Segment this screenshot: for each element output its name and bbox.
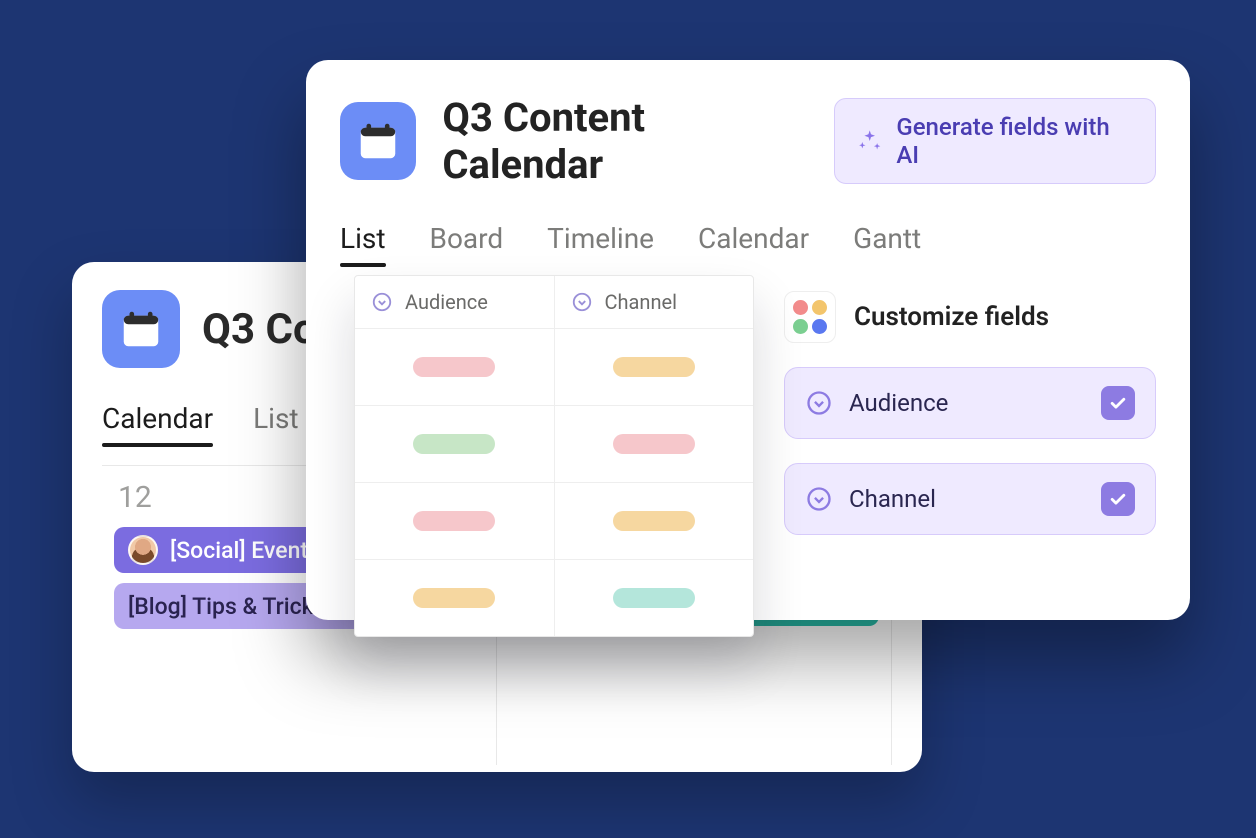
field-card-audience[interactable]: Audience xyxy=(784,367,1156,439)
tag-pill xyxy=(613,511,695,531)
calendar-app-icon xyxy=(102,290,180,368)
tab-gantt[interactable]: Gantt xyxy=(853,222,921,255)
list-card: Q3 Content Calendar Generate fields with… xyxy=(306,60,1190,620)
dropdown-icon xyxy=(805,485,833,513)
cell[interactable] xyxy=(554,329,754,405)
check-icon xyxy=(1108,393,1128,413)
column-header-channel[interactable]: Channel xyxy=(554,276,754,328)
customize-fields-panel: Customize fields Audience Channel xyxy=(784,291,1156,535)
tag-pill xyxy=(413,357,495,377)
fields-icon xyxy=(784,291,836,343)
table-row xyxy=(355,405,753,482)
tab-board[interactable]: Board xyxy=(430,222,504,255)
cell[interactable] xyxy=(355,483,554,559)
field-checkbox[interactable] xyxy=(1101,386,1135,420)
tab-list[interactable]: List xyxy=(340,222,386,255)
event-label: [Social] Event xyxy=(170,537,308,564)
calendar-icon xyxy=(118,306,164,352)
dropdown-icon xyxy=(571,291,593,313)
tag-pill xyxy=(413,434,495,454)
tab-calendar[interactable]: Calendar xyxy=(102,402,213,435)
cell[interactable] xyxy=(554,560,754,636)
front-title: Q3 Content Calendar xyxy=(442,94,808,188)
table-row xyxy=(355,328,753,405)
tab-timeline[interactable]: Timeline xyxy=(547,222,654,255)
tab-list[interactable]: List xyxy=(253,402,299,435)
calendar-app-icon xyxy=(340,102,416,180)
ai-button-label: Generate fields with AI xyxy=(896,113,1133,169)
calendar-icon xyxy=(355,118,401,164)
table-row xyxy=(355,559,753,636)
tag-pill xyxy=(613,357,695,377)
field-label: Channel xyxy=(849,485,1085,513)
cell[interactable] xyxy=(554,406,754,482)
generate-fields-ai-button[interactable]: Generate fields with AI xyxy=(834,98,1156,184)
cell[interactable] xyxy=(355,329,554,405)
avatar xyxy=(128,535,158,565)
event-label: [Blog] Tips & Tricks xyxy=(128,593,325,620)
dropdown-icon xyxy=(805,389,833,417)
field-checkbox[interactable] xyxy=(1101,482,1135,516)
cell[interactable] xyxy=(355,560,554,636)
tag-pill xyxy=(413,588,495,608)
check-icon xyxy=(1108,489,1128,509)
customize-fields-header: Customize fields xyxy=(784,291,1156,343)
front-tab-row: List Board Timeline Calendar Gantt xyxy=(340,222,1156,255)
cell[interactable] xyxy=(554,483,754,559)
customize-title: Customize fields xyxy=(854,302,1049,332)
tag-pill xyxy=(413,511,495,531)
dropdown-icon xyxy=(371,291,393,313)
fields-table: Audience Channel xyxy=(354,275,754,637)
column-header-audience[interactable]: Audience xyxy=(355,276,554,328)
front-body: Audience Channel xyxy=(340,281,1156,637)
tag-pill xyxy=(613,588,695,608)
table-row xyxy=(355,482,753,559)
tag-pill xyxy=(613,434,695,454)
cell[interactable] xyxy=(355,406,554,482)
front-card-header: Q3 Content Calendar Generate fields with… xyxy=(340,94,1156,188)
sparkle-icon xyxy=(857,128,882,154)
table-header-row: Audience Channel xyxy=(355,276,753,328)
tab-calendar[interactable]: Calendar xyxy=(698,222,809,255)
field-card-channel[interactable]: Channel xyxy=(784,463,1156,535)
field-label: Audience xyxy=(849,389,1085,417)
